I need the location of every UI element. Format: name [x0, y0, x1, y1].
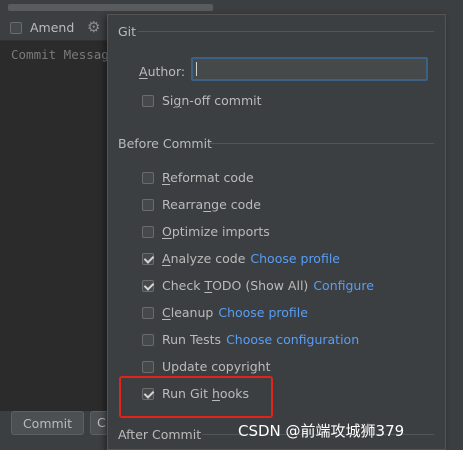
horizontal-scrollbar[interactable]	[8, 4, 213, 11]
before-commit-item-rearrange[interactable]: Rearrange code	[142, 197, 261, 212]
before-commit-item-reformat[interactable]: Reformat code	[142, 170, 254, 185]
author-input[interactable]	[191, 57, 428, 81]
before-commit-item-optimize[interactable]: Optimize imports	[142, 224, 270, 239]
author-label: Author:	[139, 64, 186, 79]
commit-message-editor[interactable]: Commit Message	[0, 40, 116, 411]
highlight-annotation	[119, 376, 273, 418]
commit-options-label: C	[97, 415, 106, 430]
analyze-checkbox[interactable]	[142, 252, 154, 265]
before-commit-item-update-copyright[interactable]: Update copyright	[142, 359, 270, 374]
check-todo-configure-link[interactable]: Configure	[313, 278, 374, 293]
section-divider	[209, 143, 434, 144]
cleanup-label: Cleanup	[162, 305, 214, 320]
analyze-choose-profile-link[interactable]: Choose profile	[250, 251, 340, 266]
section-divider	[138, 31, 434, 32]
check-todo-checkbox[interactable]	[142, 279, 154, 292]
cleanup-checkbox[interactable]	[142, 306, 154, 319]
analyze-label: Analyze code	[162, 251, 246, 266]
run-tests-label: Run Tests	[162, 332, 222, 347]
amend-checkbox[interactable]	[10, 21, 22, 34]
update-copyright-checkbox[interactable]	[142, 360, 154, 373]
before-commit-item-cleanup[interactable]: Cleanup Choose profile	[142, 305, 308, 320]
update-copyright-label: Update copyright	[162, 359, 271, 374]
section-title-git: Git	[118, 24, 137, 39]
amend-checkbox-row[interactable]: Amend	[10, 20, 74, 35]
optimize-label: Optimize imports	[162, 224, 270, 239]
signoff-checkbox[interactable]	[142, 94, 154, 107]
rearrange-label: Rearrange code	[162, 197, 261, 212]
before-commit-item-run-tests[interactable]: Run Tests Choose configuration	[142, 332, 359, 347]
check-todo-label: Check TODO (Show All)	[162, 278, 309, 293]
section-title-before-commit: Before Commit	[118, 136, 212, 151]
gear-icon[interactable]: ⚙	[87, 18, 100, 36]
reformat-checkbox[interactable]	[142, 171, 154, 184]
commit-button[interactable]: Commit	[11, 411, 84, 435]
amend-label: Amend	[30, 20, 75, 35]
text-caret	[196, 62, 197, 76]
commit-message-placeholder: Commit Message	[11, 47, 117, 62]
optimize-checkbox[interactable]	[142, 225, 154, 238]
reformat-label: Reformat code	[162, 170, 254, 185]
cleanup-choose-profile-link[interactable]: Choose profile	[218, 305, 308, 320]
rearrange-checkbox[interactable]	[142, 198, 154, 211]
run-tests-choose-configuration-link[interactable]: Choose configuration	[226, 332, 359, 347]
watermark: CSDN @前端攻城狮379	[238, 422, 405, 440]
before-commit-item-analyze[interactable]: Analyze code Choose profile	[142, 251, 340, 266]
run-tests-checkbox[interactable]	[142, 333, 154, 346]
section-title-after-commit: After Commit	[118, 427, 202, 442]
signoff-row[interactable]: Sign-off commit	[142, 93, 262, 108]
signoff-label: Sign-off commit	[162, 93, 262, 108]
before-commit-item-check-todo[interactable]: Check TODO (Show All) Configure	[142, 278, 374, 293]
